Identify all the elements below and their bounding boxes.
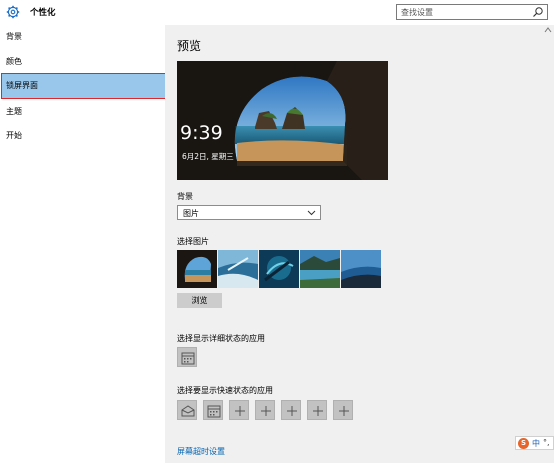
picture-thumbnail-3[interactable] [259, 250, 299, 288]
header: 个性化 [0, 0, 165, 25]
quick-status-add-5[interactable] [333, 400, 353, 420]
detailed-status-app-button[interactable] [177, 347, 197, 367]
screen-timeout-settings-link[interactable]: 屏幕超时设置 [177, 446, 225, 457]
background-label: 背景 [177, 192, 193, 201]
quick-status-add-2[interactable] [255, 400, 275, 420]
ime-indicator[interactable]: S 中 °, [515, 436, 554, 450]
scroll-up-icon[interactable] [542, 25, 554, 35]
plus-icon [313, 406, 323, 416]
plus-icon [287, 406, 297, 416]
quick-status-add-1[interactable] [229, 400, 249, 420]
preview-image [177, 61, 388, 180]
search-input[interactable]: 查找设置 [396, 4, 548, 20]
gear-icon [6, 5, 20, 19]
sidebar-item-start[interactable]: 开始 [0, 124, 165, 148]
quick-status-add-4[interactable] [307, 400, 327, 420]
background-dropdown[interactable]: 图片 [177, 205, 321, 220]
picture-thumbnail-4[interactable] [300, 250, 340, 288]
choose-picture-label: 选择图片 [177, 237, 209, 246]
plus-icon [235, 406, 245, 416]
ime-mode: 中 [532, 439, 540, 448]
calendar-icon [207, 405, 221, 418]
background-dropdown-value: 图片 [183, 209, 199, 218]
sidebar-item-themes[interactable]: 主题 [0, 100, 165, 124]
picture-thumbnail-2[interactable] [218, 250, 258, 288]
quick-status-app-mail[interactable] [177, 400, 197, 420]
picture-thumbnail-5[interactable] [341, 250, 381, 288]
plus-icon [339, 406, 349, 416]
mail-icon [181, 405, 195, 417]
quick-status-add-3[interactable] [281, 400, 301, 420]
ime-punctuation: °, [543, 438, 550, 447]
search-icon [533, 7, 543, 17]
browse-button[interactable]: 浏览 [177, 293, 222, 308]
sidebar-item-colors[interactable]: 颜色 [0, 50, 165, 74]
preview-date: 6月2日, 星期三 [182, 152, 234, 161]
picture-thumbnail-1[interactable] [177, 250, 217, 288]
quick-status-label: 选择要显示快速状态的应用 [177, 386, 273, 395]
sidebar: 个性化 背景 颜色 锁屏界面 主题 开始 [0, 0, 166, 463]
sidebar-item-lock-screen[interactable]: 锁屏界面 [1, 73, 166, 99]
calendar-icon [181, 352, 195, 365]
app-title: 个性化 [30, 8, 56, 18]
search-placeholder: 查找设置 [401, 8, 433, 17]
lock-screen-preview: 9:39 6月2日, 星期三 [177, 61, 388, 180]
detailed-status-label: 选择显示详细状态的应用 [177, 334, 265, 343]
sidebar-item-background[interactable]: 背景 [0, 25, 165, 49]
preview-time: 9:39 [180, 122, 223, 144]
plus-icon [261, 406, 271, 416]
chevron-down-icon [307, 210, 316, 216]
preview-title: 预览 [177, 39, 202, 53]
quick-status-app-calendar[interactable] [203, 400, 223, 420]
sogou-logo-icon: S [518, 438, 529, 449]
